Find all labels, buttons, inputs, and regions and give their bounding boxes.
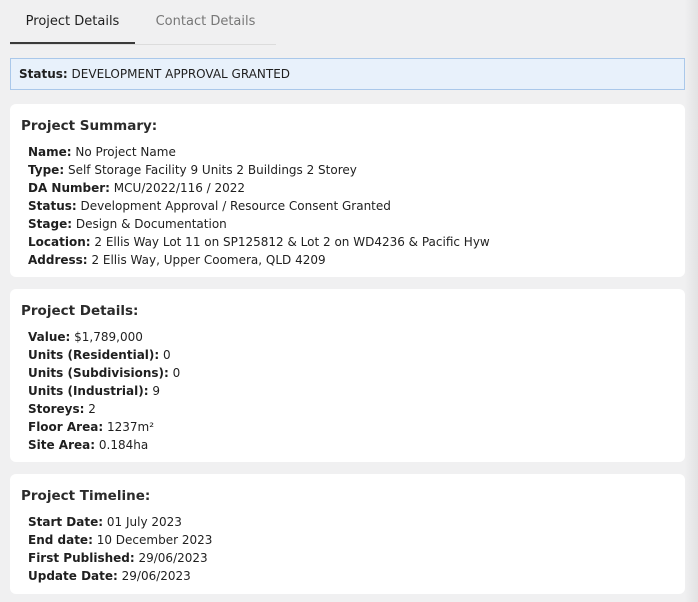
details-label: Storeys:	[28, 402, 85, 416]
details-row-value: Value: $1,789,000	[28, 328, 674, 346]
summary-label: Type:	[28, 163, 65, 177]
details-value: $1,789,000	[74, 330, 143, 344]
scroll-edge-shadow	[684, 0, 698, 602]
details-value: 2	[88, 402, 96, 416]
details-value: 0.184ha	[98, 438, 149, 452]
summary-row-stage: Stage: Design & Documentation	[28, 215, 674, 233]
timeline-row-first-published: First Published: 29/06/2023	[28, 549, 674, 567]
timeline-label: End date:	[28, 533, 93, 547]
project-details-title: Project Details:	[21, 303, 139, 319]
tab-bar: Project Details Contact Details	[10, 0, 276, 45]
summary-label: Address:	[28, 253, 88, 267]
details-row-units-industrial: Units (Industrial): 9	[28, 382, 674, 400]
project-summary-card: Project Summary: Name: No Project Name T…	[10, 104, 685, 277]
timeline-value: 10 December 2023	[96, 533, 213, 547]
timeline-label: Update Date:	[28, 569, 118, 583]
details-row-units-residential: Units (Residential): 0	[28, 346, 674, 364]
summary-label: Stage:	[28, 217, 73, 231]
summary-row-da-number: DA Number: MCU/2022/116 / 2022	[28, 179, 674, 197]
details-label: Units (Residential):	[28, 348, 160, 362]
timeline-row-start-date: Start Date: 01 July 2023	[28, 513, 674, 531]
timeline-label: First Published:	[28, 551, 135, 565]
details-row-storeys: Storeys: 2	[28, 400, 674, 418]
timeline-value: 29/06/2023	[138, 551, 208, 565]
summary-value: 2 Ellis Way, Upper Coomera, QLD 4209	[91, 253, 326, 267]
tab-project-details[interactable]: Project Details	[10, 0, 135, 44]
timeline-row-end-date: End date: 10 December 2023	[28, 531, 674, 549]
details-label: Site Area:	[28, 438, 96, 452]
summary-row-location: Location: 2 Ellis Way Lot 11 on SP125812…	[28, 233, 674, 251]
details-label: Units (Industrial):	[28, 384, 149, 398]
summary-value: Design & Documentation	[75, 217, 227, 231]
summary-label: Location:	[28, 235, 91, 249]
details-value: 0	[163, 348, 171, 362]
details-row-units-subdivisions: Units (Subdivisions): 0	[28, 364, 674, 382]
details-row-floor-area: Floor Area: 1237m²	[28, 418, 674, 436]
summary-label: Name:	[28, 145, 72, 159]
summary-value: 2 Ellis Way Lot 11 on SP125812 & Lot 2 o…	[94, 235, 490, 249]
project-timeline-card: Project Timeline: Start Date: 01 July 20…	[10, 474, 685, 594]
project-details-card: Project Details: Value: $1,789,000 Units…	[10, 289, 685, 462]
timeline-value: 29/06/2023	[121, 569, 191, 583]
details-label: Floor Area:	[28, 420, 104, 434]
details-value: 9	[152, 384, 160, 398]
summary-row-status: Status: Development Approval / Resource …	[28, 197, 674, 215]
project-timeline-title: Project Timeline:	[21, 488, 151, 504]
status-banner-label: Status:	[19, 67, 68, 81]
timeline-value: 01 July 2023	[106, 515, 182, 529]
summary-value: Self Storage Facility 9 Units 2 Building…	[67, 163, 357, 177]
summary-row-address: Address: 2 Ellis Way, Upper Coomera, QLD…	[28, 251, 674, 269]
details-row-site-area: Site Area: 0.184ha	[28, 436, 674, 454]
summary-label: DA Number:	[28, 181, 110, 195]
summary-label: Status:	[28, 199, 77, 213]
details-value: 1237m²	[106, 420, 155, 434]
summary-value: MCU/2022/116 / 2022	[113, 181, 246, 195]
timeline-label: Start Date:	[28, 515, 104, 529]
tab-contact-details[interactable]: Contact Details	[135, 0, 276, 43]
summary-value: No Project Name	[75, 145, 176, 159]
details-value: 0	[172, 366, 181, 380]
timeline-row-update-date: Update Date: 29/06/2023	[28, 567, 674, 585]
details-label: Value:	[28, 330, 71, 344]
status-banner-value: DEVELOPMENT APPROVAL GRANTED	[71, 67, 291, 81]
project-summary-title: Project Summary:	[21, 118, 158, 134]
details-label: Units (Subdivisions):	[28, 366, 169, 380]
summary-row-name: Name: No Project Name	[28, 143, 674, 161]
summary-row-type: Type: Self Storage Facility 9 Units 2 Bu…	[28, 161, 674, 179]
status-banner: Status: DEVELOPMENT APPROVAL GRANTED	[10, 58, 685, 90]
summary-value: Development Approval / Resource Consent …	[80, 199, 391, 213]
